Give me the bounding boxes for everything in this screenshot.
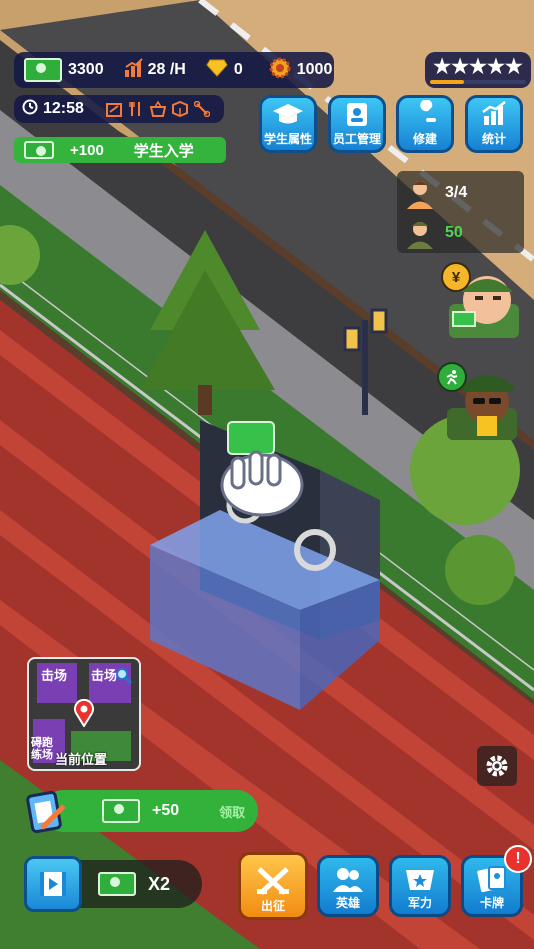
facility-icons [105,101,210,117]
game-world[interactable]: 3300 28 /H 0 1000 ★★★★★ 12:58 +100 学生入学 … [0,0,534,949]
location-pin-icon [74,699,94,727]
cash-icon [24,58,62,82]
button-label: 出征 [260,899,285,913]
minimap-label-tr: 击场 [91,668,118,683]
star-rating[interactable]: ★★★★★ [425,52,531,88]
clipboard-icon [24,788,68,839]
running-man-icon [437,362,467,392]
bonus-multiplier: X2 [148,873,171,894]
clock-bar: 12:58 [14,95,224,123]
income-rate: 28 /H [147,61,186,78]
notification-badge: ! [504,845,532,873]
cash-icon [102,799,140,823]
people-icon [333,868,363,892]
box-icon [171,101,188,117]
gear-icon [486,755,508,777]
button-label: 修建 [412,132,437,146]
student-count: 3/4 [445,184,468,201]
basket-icon [149,101,166,117]
student-count-row: 3/4 [397,175,467,211]
expedition-button[interactable]: 出征 [238,852,308,920]
button-label: 军力 [407,896,432,910]
student-enroll-banner: +100 学生入学 [14,137,226,163]
gem-count: 0 [233,61,243,78]
button-label: 卡牌 [479,896,504,910]
star-progress-fill [430,79,464,84]
dumbbell-icon [193,101,210,117]
magnifier-icon [116,668,133,685]
cash-icon [98,872,136,896]
clock-time: 12:58 [43,100,84,117]
resource-bar: 3300 28 /H 0 1000 [14,52,334,88]
fork-knife-icon [129,102,140,116]
heroes-button[interactable]: 英雄 [317,855,379,917]
shield-star-icon [406,870,434,890]
yen-coin-icon: ¥ [441,262,471,292]
video-play-icon [40,872,66,896]
minimap[interactable]: 击场 击场 碍跑练场 当前位置 [27,657,141,771]
soldier-count-row: 50 [397,215,463,251]
merchant-soldier-button[interactable]: ¥ [441,262,523,342]
reward-amount: +50 [152,802,180,819]
wrench-icon [415,100,436,124]
statistics-button[interactable]: 统计 [465,95,523,153]
soldier-count: 50 [445,224,463,241]
button-label: 英雄 [335,896,360,910]
button-label: 统计 [481,132,506,146]
id-badge-icon [347,103,367,126]
income-icon [124,57,144,83]
claim-button[interactable]: 领取 [219,802,245,821]
badge-count: 1000 [296,61,333,78]
diamond-icon [206,59,228,82]
build-button[interactable]: 修建 [396,95,454,153]
clock-icon [22,99,38,120]
settings-button[interactable] [477,746,517,786]
stars-row: ★★★★★ [433,55,523,78]
officer-button[interactable] [437,362,525,442]
cards-icon [477,866,506,893]
current-location-label: 当前位置 [55,752,108,767]
star-progress-bar [430,79,526,84]
staff-panel[interactable]: 3/4 50 [397,171,524,253]
watch-video-button[interactable] [24,856,82,912]
crossed-swords-icon [257,867,289,895]
cash-amount: 3300 [68,61,104,78]
cash-icon [24,141,54,159]
bar-chart-icon [482,101,506,125]
reward-bar[interactable]: +50 领取 [42,790,258,832]
staff-management-button[interactable]: 员工管理 [328,95,386,153]
military-strength-button[interactable]: 军力 [389,855,451,917]
soldier-avatar-icon [407,222,433,249]
student-avatar-icon [407,181,433,209]
button-label: 学生属性 [263,132,312,146]
badge-icon [269,57,291,84]
button-label: 员工管理 [332,132,381,146]
student-attributes-button[interactable]: 学生属性 [259,95,317,153]
minimap-label-tl: 击场 [41,668,68,683]
banner-label: 学生入学 [133,142,194,160]
gift-box-icon [105,103,122,117]
graduation-cap-icon [273,104,303,124]
banner-amount: +100 [70,141,104,159]
